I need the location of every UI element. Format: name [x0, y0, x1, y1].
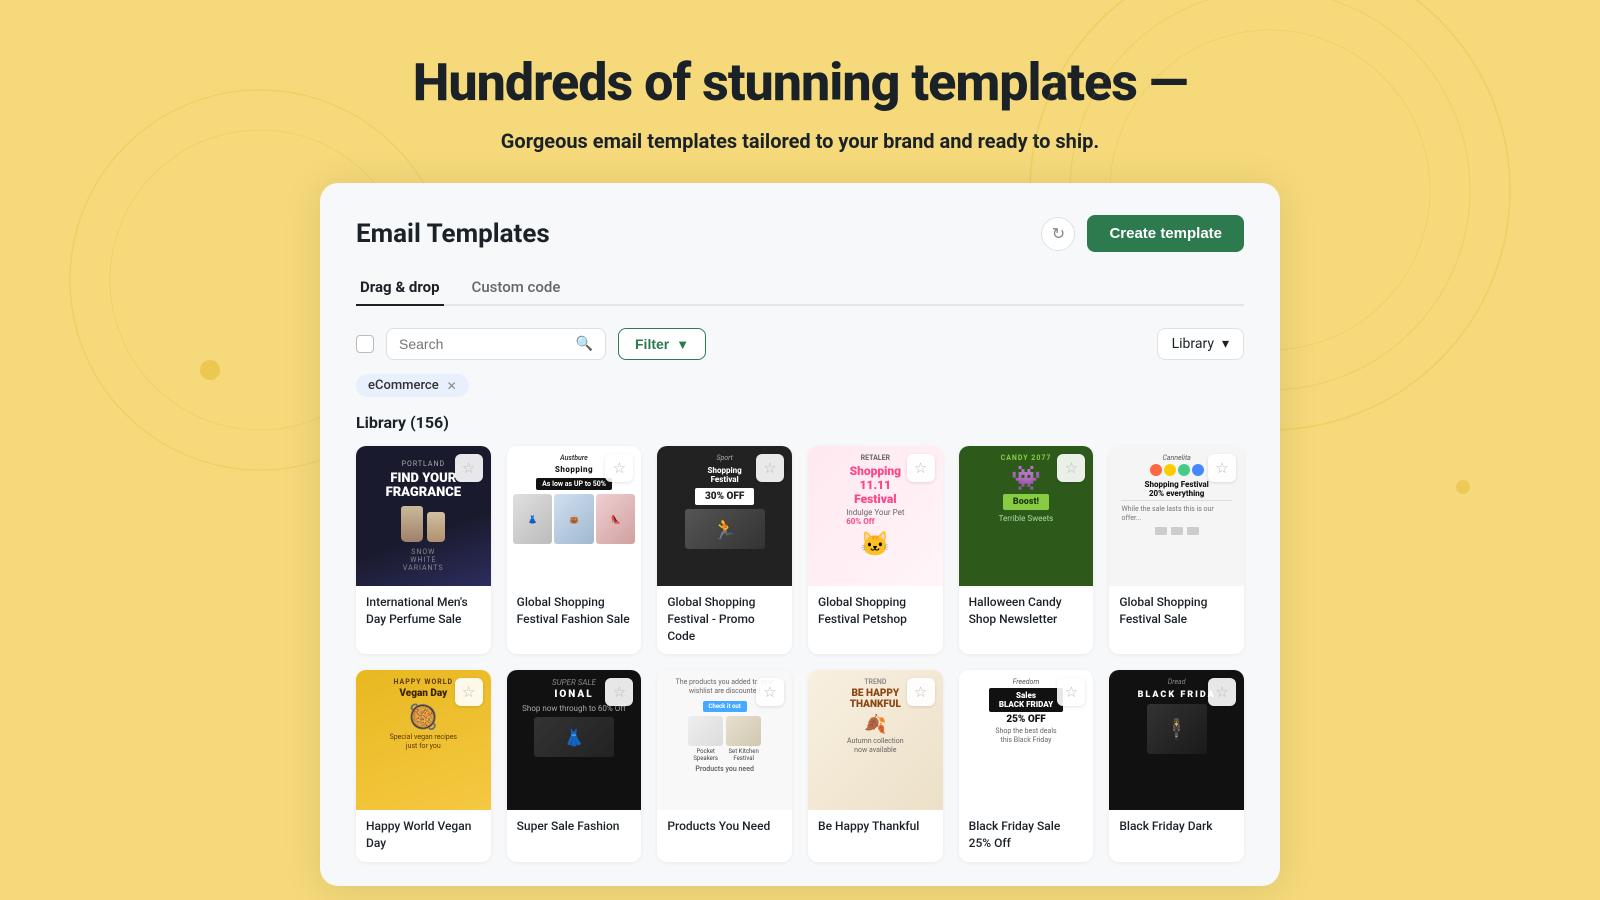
template-name: Happy World Vegan Day — [356, 810, 491, 862]
template-name: Global Shopping Festival Sale — [1109, 586, 1244, 638]
favorite-button[interactable]: ☆ — [1208, 454, 1236, 482]
favorite-button[interactable]: ☆ — [1208, 678, 1236, 706]
template-name: Halloween Candy Shop Newsletter — [959, 586, 1094, 638]
templates-grid-row2: HAPPY WORLD Vegan Day 🥘 Special vegan re… — [356, 670, 1244, 862]
template-card[interactable]: Dread BLACK FRIDA 🕴 ☆ Black Friday Dark — [1109, 670, 1244, 862]
favorite-button[interactable]: ☆ — [907, 454, 935, 482]
filter-label: Filter — [635, 336, 669, 352]
select-all-checkbox[interactable] — [356, 335, 374, 353]
hero-section: Hundreds of stunning templates — Gorgeou… — [0, 0, 1600, 183]
favorite-button[interactable]: ☆ — [756, 454, 784, 482]
template-name: Be Happy Thankful — [808, 810, 943, 845]
template-name: Global Shopping Festival Fashion Sale — [507, 586, 642, 638]
library-dropdown[interactable]: Library ▾ — [1157, 328, 1244, 360]
template-name: Black Friday Sale 25% Off — [959, 810, 1094, 862]
tag-label: eCommerce — [368, 378, 439, 393]
template-card[interactable]: RETALER Shopping11.11Festival Indulge Yo… — [808, 446, 943, 654]
template-name: Global Shopping Festival - Promo Code — [657, 586, 792, 654]
template-card[interactable]: CANDY 2077 👾 Boost! Terrible Sweets ☆ Ha… — [959, 446, 1094, 654]
remove-tag-button[interactable]: ✕ — [447, 379, 457, 393]
tag-ecommerce: eCommerce ✕ — [356, 374, 469, 397]
template-name: Global Shopping Festival Petshop — [808, 586, 943, 638]
section-title: Library (156) — [356, 413, 1244, 432]
card-title: Email Templates — [356, 219, 550, 249]
filter-button[interactable]: Filter ▼ — [618, 328, 706, 360]
hero-title: Hundreds of stunning templates — — [0, 52, 1600, 113]
template-card[interactable]: SUPER SALE IONAL Shop now through to 60%… — [507, 670, 642, 862]
search-input[interactable] — [399, 336, 568, 352]
main-card: Email Templates ↻ Create template Drag &… — [320, 183, 1280, 886]
template-thumbnail: Dread BLACK FRIDA 🕴 ☆ — [1109, 670, 1244, 810]
tab-custom-code[interactable]: Custom code — [468, 270, 565, 306]
template-thumbnail: Austbure Shopping As low as UP to 50% 👗 … — [507, 446, 642, 586]
favorite-button[interactable]: ☆ — [907, 678, 935, 706]
header-actions: ↻ Create template — [1041, 215, 1244, 252]
template-thumbnail: Freedom SalesBLACK FRIDAY 25% OFF Shop t… — [959, 670, 1094, 810]
favorite-button[interactable]: ☆ — [756, 678, 784, 706]
favorite-button[interactable]: ☆ — [455, 454, 483, 482]
refresh-icon: ↻ — [1052, 224, 1065, 244]
active-filters: eCommerce ✕ — [356, 374, 1244, 397]
template-card[interactable]: TREND BE HAPPYTHANKFUL 🍂 Autumn collecti… — [808, 670, 943, 862]
template-name: Black Friday Dark — [1109, 810, 1244, 845]
search-wrapper: 🔍 — [386, 328, 606, 360]
search-icon: 🔍 — [576, 336, 593, 352]
template-thumbnail: SUPER SALE IONAL Shop now through to 60%… — [507, 670, 642, 810]
template-name: International Men's Day Perfume Sale — [356, 586, 491, 638]
library-label: Library — [1172, 336, 1214, 352]
hero-subtitle: Gorgeous email templates tailored to you… — [0, 129, 1600, 153]
toolbar: 🔍 Filter ▼ Library ▾ — [356, 328, 1244, 360]
template-card[interactable]: HAPPY WORLD Vegan Day 🥘 Special vegan re… — [356, 670, 491, 862]
template-card[interactable]: Cannelita Shopping Festival20% everythin… — [1109, 446, 1244, 654]
templates-grid-row1: PORTLAND FIND YOURFRAGRANCE SNOWWHITEVAR… — [356, 446, 1244, 654]
template-thumbnail: TREND BE HAPPYTHANKFUL 🍂 Autumn collecti… — [808, 670, 943, 810]
tab-drag-drop[interactable]: Drag & drop — [356, 270, 444, 306]
template-card[interactable]: Sport ShoppingFestival 30% OFF 🏃 ☆ Globa… — [657, 446, 792, 654]
favorite-button[interactable]: ☆ — [1057, 678, 1085, 706]
template-card[interactable]: PORTLAND FIND YOURFRAGRANCE SNOWWHITEVAR… — [356, 446, 491, 654]
template-thumbnail: Sport ShoppingFestival 30% OFF 🏃 ☆ — [657, 446, 792, 586]
filter-icon: ▼ — [676, 337, 689, 352]
template-thumbnail: The products you added to your wishlist … — [657, 670, 792, 810]
template-thumbnail: HAPPY WORLD Vegan Day 🥘 Special vegan re… — [356, 670, 491, 810]
template-card[interactable]: Austbure Shopping As low as UP to 50% 👗 … — [507, 446, 642, 654]
favorite-button[interactable]: ☆ — [605, 678, 633, 706]
favorite-button[interactable]: ☆ — [605, 454, 633, 482]
template-name: Products You Need — [657, 810, 792, 845]
refresh-button[interactable]: ↻ — [1041, 217, 1075, 251]
card-header: Email Templates ↻ Create template — [356, 215, 1244, 252]
template-card[interactable]: The products you added to your wishlist … — [657, 670, 792, 862]
template-thumbnail: Cannelita Shopping Festival20% everythin… — [1109, 446, 1244, 586]
favorite-button[interactable]: ☆ — [455, 678, 483, 706]
template-name: Super Sale Fashion — [507, 810, 642, 845]
chevron-down-icon: ▾ — [1222, 336, 1229, 352]
template-card[interactable]: Freedom SalesBLACK FRIDAY 25% OFF Shop t… — [959, 670, 1094, 862]
template-thumbnail: RETALER Shopping11.11Festival Indulge Yo… — [808, 446, 943, 586]
template-thumbnail: CANDY 2077 👾 Boost! Terrible Sweets ☆ — [959, 446, 1094, 586]
template-thumbnail: PORTLAND FIND YOURFRAGRANCE SNOWWHITEVAR… — [356, 446, 491, 586]
favorite-button[interactable]: ☆ — [1057, 454, 1085, 482]
tabs-bar: Drag & drop Custom code — [356, 270, 1244, 306]
create-template-button[interactable]: Create template — [1087, 215, 1244, 252]
